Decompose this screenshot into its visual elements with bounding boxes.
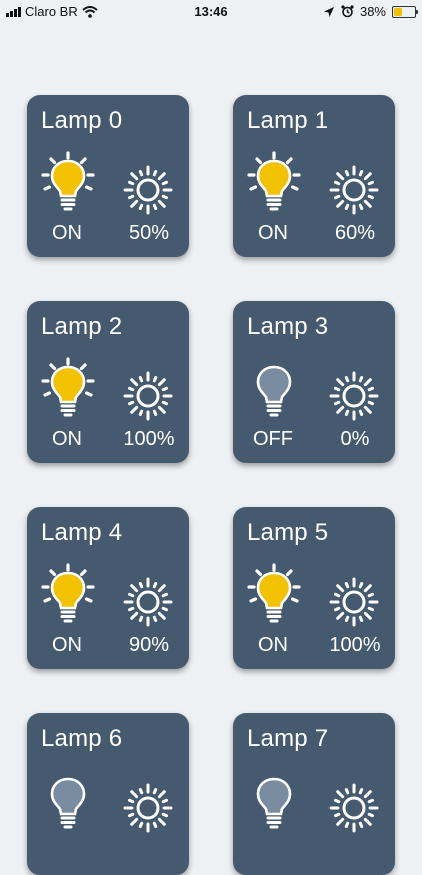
brightness-label: 100%: [123, 428, 175, 450]
lamp-card-2[interactable]: Lamp 2 ON 100%: [27, 301, 189, 463]
lamp-card-1[interactable]: Lamp 1 ON 60%: [233, 95, 395, 257]
brightness-icon[interactable]: [122, 782, 174, 834]
brightness-icon[interactable]: [122, 576, 174, 628]
lamp-name: Lamp 1: [247, 107, 329, 134]
lamp-card-4[interactable]: Lamp 4 ON 90%: [27, 507, 189, 669]
lamp-card-6[interactable]: Lamp 6: [27, 713, 189, 875]
lightbulb-off-icon[interactable]: [245, 356, 303, 418]
battery-level: [394, 7, 402, 16]
status-bar: Claro BR 13:46 38%: [0, 0, 422, 24]
lamp-name: Lamp 2: [41, 313, 123, 340]
lightbulb-on-icon[interactable]: [39, 356, 97, 418]
location-arrow-icon: [323, 6, 334, 17]
brightness-icon[interactable]: [122, 370, 174, 422]
brightness-label: 60%: [334, 222, 376, 244]
alarm-icon: [341, 5, 354, 18]
brightness-icon[interactable]: [328, 164, 380, 216]
lamp-card-0[interactable]: Lamp 0 ON 50%: [27, 95, 189, 257]
brightness-icon[interactable]: [122, 164, 174, 216]
brightness-label: 0%: [340, 428, 370, 450]
lightbulb-off-icon[interactable]: [245, 768, 303, 830]
brightness-icon[interactable]: [328, 782, 380, 834]
lamp-card-3[interactable]: Lamp 3 OFF 0%: [233, 301, 395, 463]
lightbulb-on-icon[interactable]: [39, 150, 97, 212]
lamp-name: Lamp 3: [247, 313, 329, 340]
lamp-name: Lamp 5: [247, 519, 329, 546]
lamp-name: Lamp 7: [247, 725, 329, 752]
brightness-icon[interactable]: [328, 576, 380, 628]
brightness-label: 50%: [128, 222, 170, 244]
lamp-name: Lamp 4: [41, 519, 123, 546]
lamp-state-label: OFF: [253, 428, 293, 450]
lamp-state-label: ON: [258, 222, 288, 244]
battery-percent: 38%: [359, 4, 386, 19]
lamp-state-label: ON: [52, 222, 82, 244]
lamp-state-label: ON: [52, 634, 82, 656]
lightbulb-off-icon[interactable]: [39, 768, 97, 830]
lamp-state-label: ON: [258, 634, 288, 656]
lamp-state-label: ON: [52, 428, 82, 450]
lamp-card-5[interactable]: Lamp 5 ON 100%: [233, 507, 395, 669]
status-right: 38%: [323, 4, 418, 19]
lamp-card-7[interactable]: Lamp 7: [233, 713, 395, 875]
brightness-label: 90%: [128, 634, 170, 656]
lamp-name: Lamp 6: [41, 725, 123, 752]
battery-icon: [392, 5, 418, 18]
brightness-label: 100%: [329, 634, 381, 656]
lightbulb-on-icon[interactable]: [39, 562, 97, 624]
lightbulb-on-icon[interactable]: [245, 562, 303, 624]
lightbulb-on-icon[interactable]: [245, 150, 303, 212]
lamp-name: Lamp 0: [41, 107, 123, 134]
brightness-icon[interactable]: [328, 370, 380, 422]
